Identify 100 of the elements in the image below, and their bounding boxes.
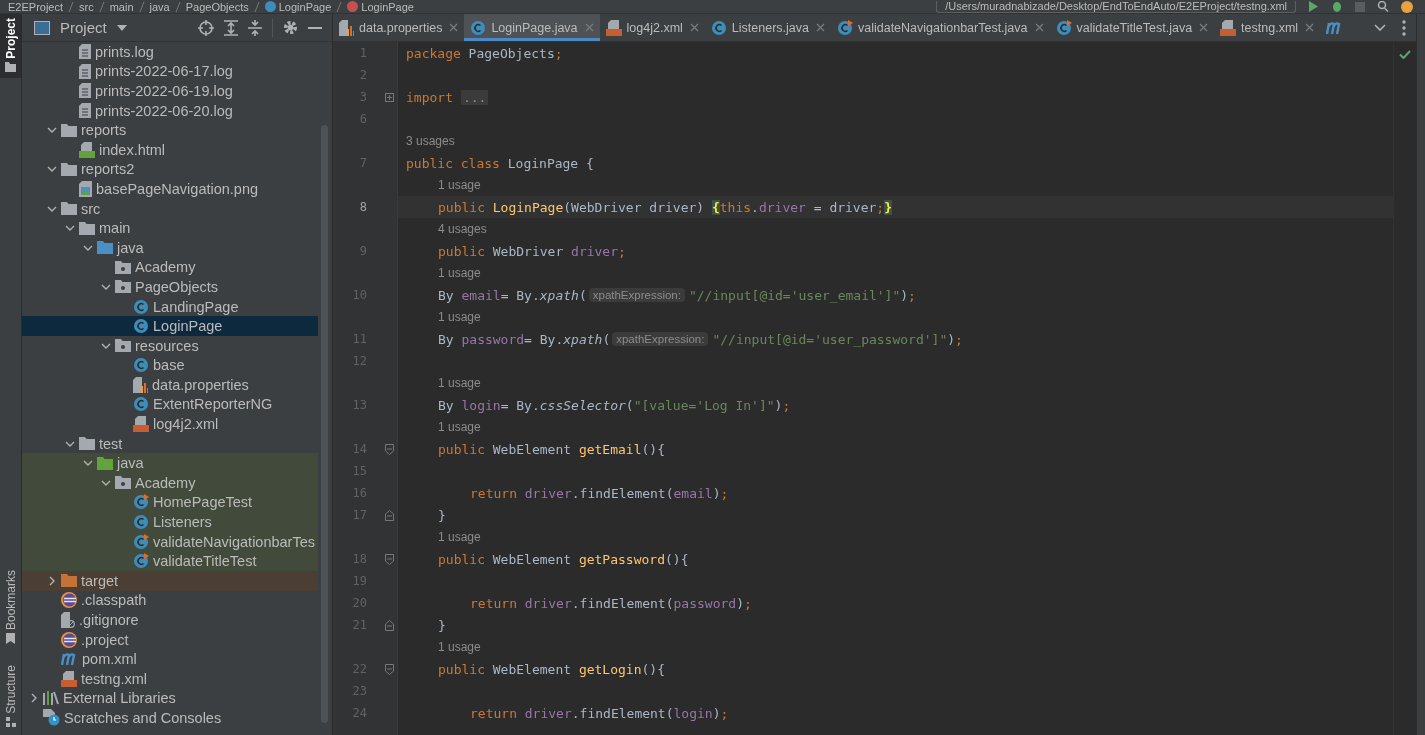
breadcrumb-item[interactable]: E2EProject	[8, 0, 64, 13]
breadcrumb-item[interactable]: LoginPage	[264, 0, 332, 13]
tree-item[interactable]: .classpath	[22, 590, 318, 611]
tree-item[interactable]: data.properties	[22, 375, 318, 395]
editor-tab[interactable]: data.properties	[333, 14, 465, 41]
chevron-down-icon[interactable]	[101, 479, 111, 486]
editor-tab[interactable]: validateTitleTest.java	[1049, 14, 1215, 41]
tree-item[interactable]: java	[22, 453, 318, 474]
tree-item[interactable]: basePageNavigation.png	[22, 179, 318, 199]
breadcrumb-item[interactable]: LoginPage	[347, 0, 414, 13]
chevron-down-icon[interactable]	[101, 342, 111, 349]
chevron-down-icon[interactable]	[101, 283, 111, 290]
tree-item[interactable]: LoginPage	[22, 316, 318, 336]
editor-tab[interactable]: LoginPage.java	[464, 14, 600, 41]
run-icon[interactable]	[1308, 1, 1319, 12]
tree-item[interactable]: HomePageTest	[22, 492, 318, 513]
tree-item[interactable]: java	[22, 237, 318, 258]
update-icon[interactable]	[1401, 0, 1413, 13]
close-icon[interactable]	[689, 23, 699, 32]
code-text: public class LoginPage {	[406, 155, 594, 171]
chevron-down-icon[interactable]	[83, 244, 93, 251]
tree-item[interactable]: validateTitleTest	[22, 551, 318, 572]
settings-icon[interactable]	[283, 20, 298, 35]
locate-icon[interactable]	[198, 19, 214, 36]
tree-item[interactable]: LandingPage	[22, 296, 318, 317]
tree-item[interactable]: .project	[22, 629, 318, 650]
tree-item[interactable]: index.html	[22, 139, 318, 160]
chevron-down-icon[interactable]	[65, 440, 75, 447]
usage-hint[interactable]: 1 usage	[438, 530, 481, 544]
usage-hint[interactable]: 1 usage	[438, 640, 481, 654]
usage-hint[interactable]: 1 usage	[438, 420, 481, 434]
tree-item[interactable]: log4j2.xml	[22, 414, 318, 434]
fold-end-icon[interactable]	[384, 509, 394, 521]
panel-title[interactable]: Project	[60, 19, 107, 36]
tree-item[interactable]: src	[22, 198, 318, 219]
close-icon[interactable]	[1305, 23, 1315, 32]
tree-item[interactable]: target	[22, 571, 318, 591]
tree-item[interactable]: pom.xml	[22, 649, 318, 669]
more-icon[interactable]	[1402, 19, 1406, 36]
fold-start-icon[interactable]	[384, 663, 394, 675]
close-icon[interactable]	[816, 23, 825, 32]
collapse-all-icon[interactable]	[248, 19, 262, 36]
tree-item[interactable]: PageObjects	[22, 277, 318, 297]
chevron-down-icon[interactable]	[83, 460, 93, 467]
tree-item[interactable]: reports2	[22, 159, 318, 180]
tree-item[interactable]: prints.log	[22, 42, 318, 62]
tree-item[interactable]: .gitignore	[22, 610, 318, 630]
tree-item[interactable]: Academy	[22, 473, 318, 493]
search-icon[interactable]	[1377, 1, 1389, 12]
tree-item[interactable]: base	[22, 355, 318, 376]
fold-end-icon[interactable]	[384, 619, 394, 631]
tree-item[interactable]: Listeners	[22, 512, 318, 532]
close-icon[interactable]	[449, 23, 459, 32]
tree-item[interactable]: prints-2022-06-17.log	[22, 61, 318, 82]
expand-fold-icon[interactable]	[384, 92, 394, 102]
tree-item[interactable]: Scratches and Consoles	[22, 708, 318, 728]
fold-start-icon[interactable]	[384, 443, 394, 455]
dropdown-caret-icon[interactable]	[116, 24, 127, 31]
chevron-down-icon[interactable]	[65, 225, 75, 232]
tree-item[interactable]: reports	[22, 120, 318, 140]
tree-item[interactable]: validateNavigationbarTes	[22, 531, 318, 552]
bug-icon[interactable]	[1331, 1, 1343, 12]
tree-item[interactable]: ExtentReporterNG	[22, 394, 318, 415]
chevron-down-icon[interactable]	[1374, 24, 1386, 31]
fold-start-icon[interactable]	[384, 553, 394, 565]
close-icon[interactable]	[1034, 23, 1044, 32]
chevron-down-icon[interactable]	[47, 166, 57, 173]
close-icon[interactable]	[1199, 23, 1209, 32]
tree-item[interactable]: resources	[22, 335, 318, 356]
chevron-down-icon[interactable]	[47, 205, 57, 212]
tree-item[interactable]: test	[22, 433, 318, 454]
editor-tab[interactable]: Listeners.java	[704, 14, 831, 41]
editor-tab[interactable]: validateNavigationbarTest.java	[831, 14, 1050, 41]
usage-hint[interactable]: 1 usage	[438, 310, 481, 324]
side-tab[interactable]: Structure	[3, 665, 18, 714]
breadcrumb-item[interactable]: src	[79, 0, 94, 13]
usage-hint[interactable]: 1 usage	[438, 266, 481, 280]
minimize-icon[interactable]	[308, 26, 322, 29]
folded-code[interactable]: ...	[460, 89, 489, 105]
run-configuration-field[interactable]: /Users/muradnabizade/Desktop/EndToEndAuto/E2EProject/testng.xml	[936, 0, 1296, 13]
chevron-right-icon[interactable]	[49, 575, 55, 586]
chevron-right-icon[interactable]	[31, 693, 37, 704]
tree-item[interactable]: prints-2022-06-20.log	[22, 100, 318, 121]
usage-hint[interactable]: 4 usages	[438, 222, 487, 236]
editor-tab[interactable]: testng.xml	[1214, 14, 1321, 41]
usage-hint[interactable]: 1 usage	[438, 178, 481, 192]
tree-item[interactable]: External Libraries	[22, 688, 318, 709]
tree-item[interactable]: Academy	[22, 257, 318, 278]
usage-hint[interactable]: 3 usages	[406, 134, 455, 148]
expand-all-icon[interactable]	[224, 19, 238, 36]
breadcrumb-item[interactable]: java	[149, 0, 170, 13]
usage-hint[interactable]: 1 usage	[438, 376, 481, 390]
chevron-down-icon[interactable]	[47, 127, 57, 134]
tree-item[interactable]: prints-2022-06-19.log	[22, 81, 318, 101]
breadcrumb-item[interactable]: PageObjects	[185, 0, 249, 13]
tree-item[interactable]: testng.xml	[22, 669, 318, 689]
editor-tab[interactable]: log4j2.xml	[599, 14, 705, 41]
tree-item[interactable]: main	[22, 218, 318, 238]
side-tab[interactable]: Bookmarks	[3, 570, 18, 631]
breadcrumb-item[interactable]: main	[109, 0, 134, 13]
